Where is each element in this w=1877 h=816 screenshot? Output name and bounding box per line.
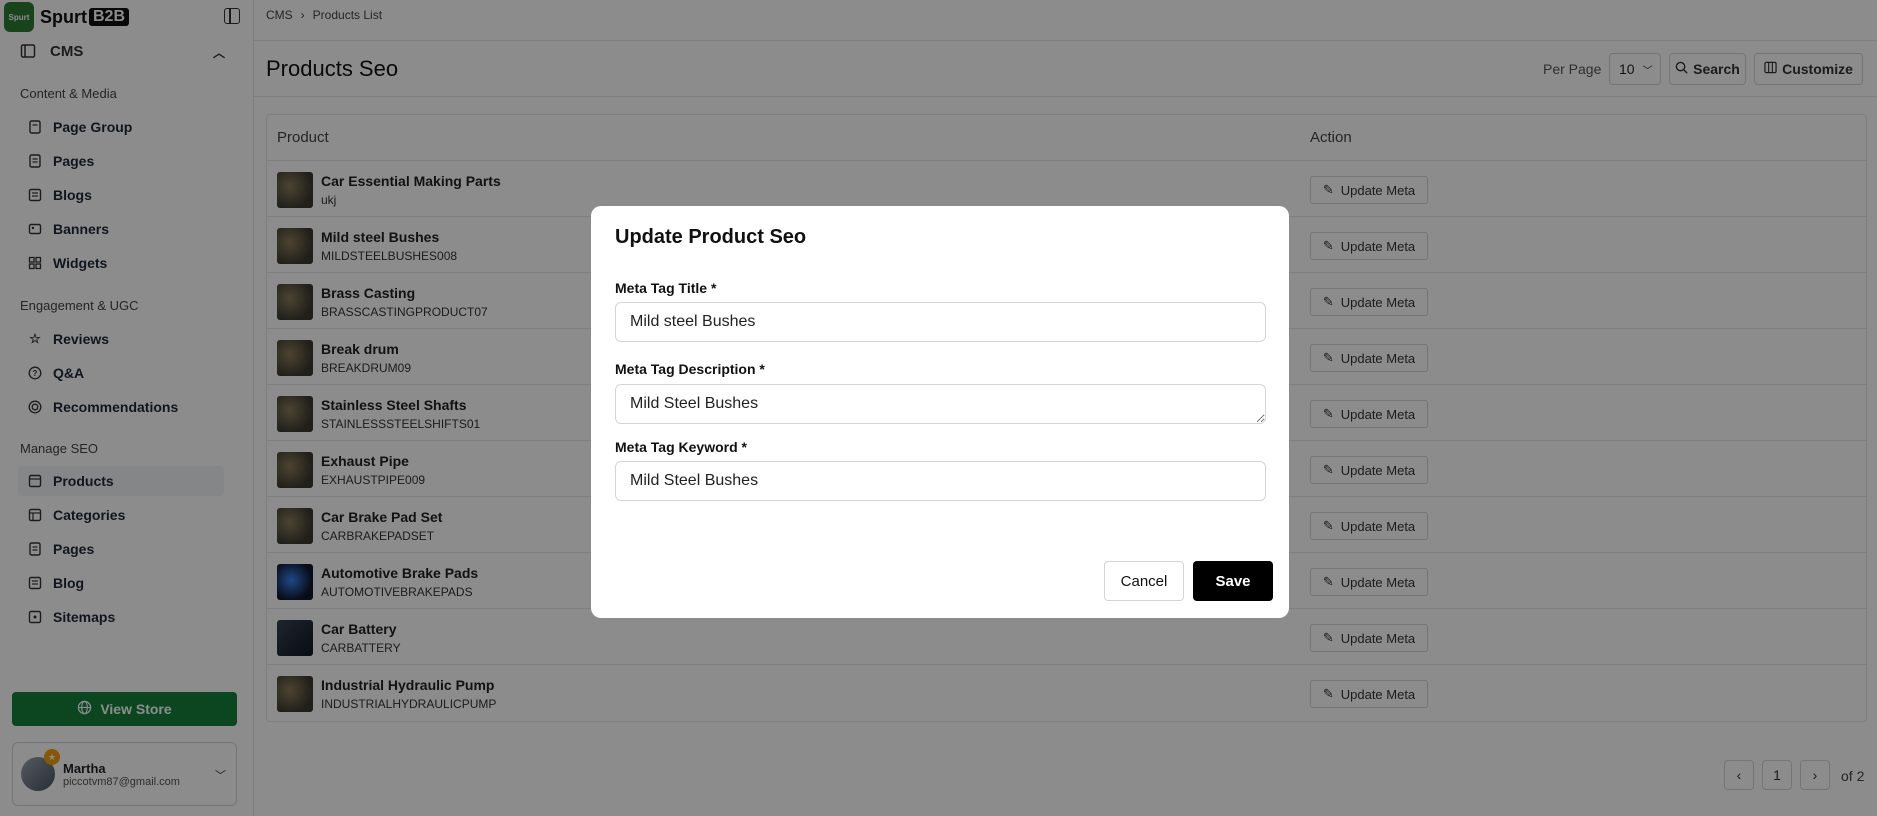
meta-keyword-input[interactable] [615, 461, 1266, 501]
meta-description-textarea[interactable]: Mild Steel Bushes [615, 384, 1266, 424]
meta-title-input[interactable] [615, 302, 1266, 342]
update-product-seo-dialog: Update Product Seo Meta Tag Title * Meta… [591, 206, 1289, 618]
dialog-title: Update Product Seo [615, 226, 807, 248]
meta-description-label: Meta Tag Description * [615, 361, 765, 377]
meta-keyword-label: Meta Tag Keyword * [615, 439, 747, 455]
cancel-button[interactable]: Cancel [1104, 561, 1184, 601]
meta-title-label: Meta Tag Title * [615, 280, 717, 296]
save-button[interactable]: Save [1193, 561, 1273, 601]
